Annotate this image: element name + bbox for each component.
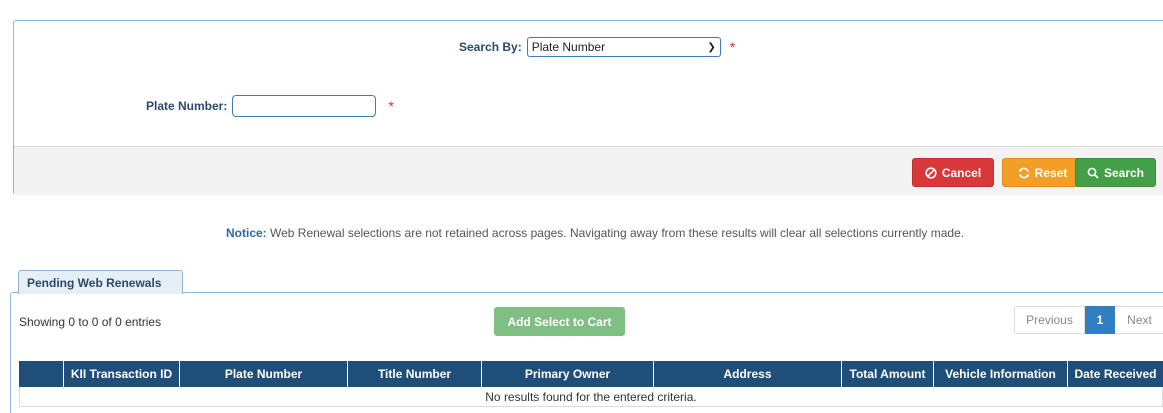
- search-by-value: Plate Number: [531, 40, 606, 54]
- reset-label: Reset: [1034, 165, 1068, 180]
- pagination: Previous 1 Next: [1014, 306, 1163, 334]
- plate-number-label: Plate Number:: [146, 99, 228, 113]
- tab-pending-web-renewals[interactable]: Pending Web Renewals: [18, 270, 183, 294]
- search-panel-footer: Cancel Reset Search: [14, 146, 1163, 195]
- column-header-plate-number[interactable]: Plate Number: [180, 361, 348, 387]
- refresh-icon: [1018, 167, 1029, 178]
- search-by-select[interactable]: Plate Number ❯: [526, 37, 721, 57]
- required-marker: *: [388, 98, 394, 114]
- search-by-row: Search By: Plate Number ❯ *: [459, 37, 735, 57]
- chevron-down-icon: ❯: [707, 41, 716, 53]
- pagination-previous[interactable]: Previous: [1014, 306, 1085, 334]
- plate-number-input[interactable]: [232, 95, 377, 117]
- search-label: Search: [1103, 165, 1145, 180]
- column-header-title-number[interactable]: Title Number: [348, 361, 482, 387]
- search-icon: [1087, 167, 1099, 179]
- column-header-address[interactable]: Address: [654, 361, 842, 387]
- cancel-label: Cancel: [941, 165, 982, 180]
- pagination-page-1[interactable]: 1: [1085, 306, 1115, 334]
- column-header-total-amount[interactable]: Total Amount: [842, 361, 934, 387]
- table-header: KII Transaction ID Plate Number Title Nu…: [19, 361, 1163, 387]
- notice-text: Notice: Web Renewal selections are not r…: [226, 226, 964, 240]
- required-marker: *: [729, 39, 736, 55]
- column-header-primary-owner[interactable]: Primary Owner: [482, 361, 654, 387]
- column-header-date-received[interactable]: Date Received: [1068, 361, 1163, 387]
- column-header-transaction-id[interactable]: KII Transaction ID: [64, 361, 180, 387]
- search-panel: Search By: Plate Number ❯ * Plate Number…: [13, 20, 1163, 195]
- add-to-cart-button[interactable]: Add Select to Cart: [494, 307, 625, 336]
- plate-number-row: Plate Number: *: [146, 95, 394, 117]
- cancel-button[interactable]: Cancel: [912, 158, 994, 187]
- column-header-select[interactable]: [19, 361, 64, 387]
- search-button[interactable]: Search: [1075, 158, 1156, 187]
- notice-prefix: Notice:: [226, 226, 267, 240]
- search-by-label: Search By:: [459, 40, 522, 54]
- notice-body: Web Renewal selections are not retained …: [266, 226, 965, 240]
- empty-results-message: No results found for the entered criteri…: [19, 387, 1163, 407]
- cancel-icon: [925, 166, 937, 179]
- column-header-vehicle-information[interactable]: Vehicle Information: [934, 361, 1068, 387]
- entries-count: Showing 0 to 0 of 0 entries: [19, 315, 162, 329]
- reset-button[interactable]: Reset: [1002, 158, 1083, 187]
- pagination-next[interactable]: Next: [1115, 306, 1163, 334]
- results-table: KII Transaction ID Plate Number Title Nu…: [19, 361, 1163, 407]
